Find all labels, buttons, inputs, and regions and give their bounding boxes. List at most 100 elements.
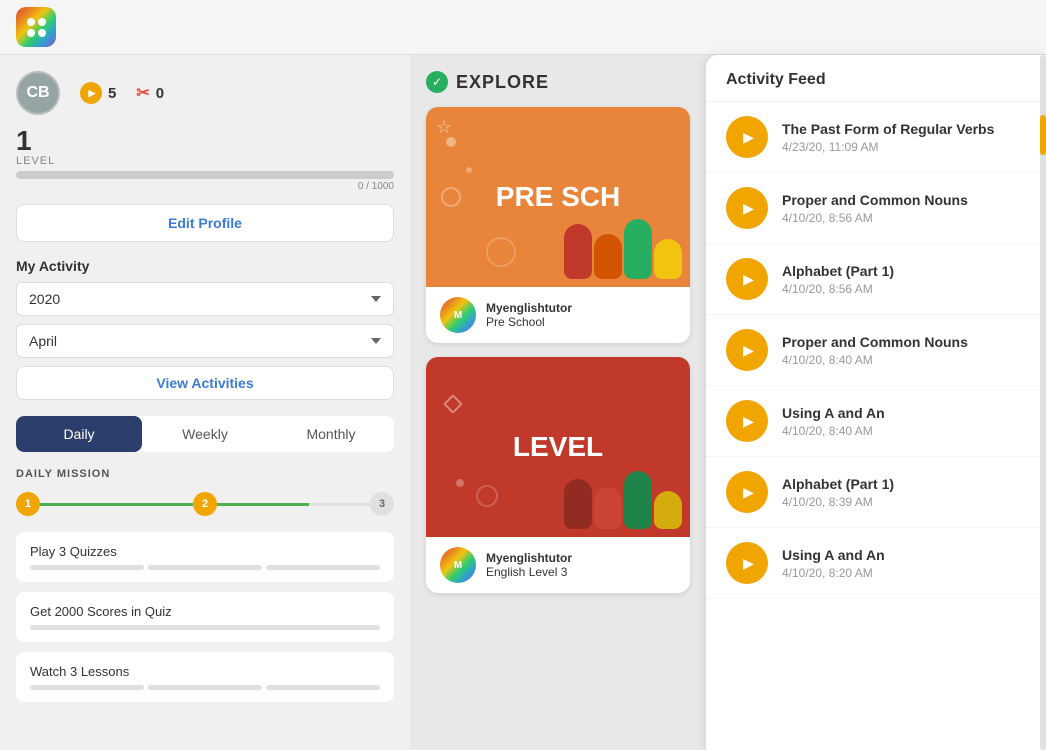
avatar: CB [16,71,60,115]
prog-bar [30,625,380,630]
plays-stat: 5 [80,82,116,104]
prog-bar [30,685,144,690]
mission-title-2: Get 2000 Scores in Quiz [30,604,380,619]
course-card-image-2: LEVEL [426,357,690,537]
left-sidebar: CB 5 ✂ 0 1 LEVEL 0 / 1000 Edit Profile [0,55,410,750]
course-subtitle-1: Pre School [486,315,572,329]
step-line-2 [217,503,370,506]
feed-item-title-1: Proper and Common Nouns [782,192,1026,208]
tab-daily[interactable]: Daily [16,416,142,452]
activity-feed-panel: Activity Feed The Past Form of Regular V… [706,55,1046,750]
prog-bar [148,565,262,570]
feed-item-date-2: 4/10/20, 8:56 AM [782,282,1026,296]
xp-text: 0 / 1000 [16,181,394,192]
feed-play-button-3[interactable] [726,329,768,371]
tutor-name-1: Myenglishtutor [486,301,572,315]
level-label: LEVEL [16,155,394,167]
course-card-preschool[interactable]: ☆ PRE SCH M Myenglishtut [426,107,690,343]
feed-item-info-6: Using A and An 4/10/20, 8:20 AM [782,547,1026,580]
feed-item[interactable]: The Past Form of Regular Verbs 4/23/20, … [706,102,1046,173]
feed-play-button-1[interactable] [726,187,768,229]
play-icon [80,82,102,104]
mission-play-quizzes: Play 3 Quizzes [16,532,394,582]
mission-scores: Get 2000 Scores in Quiz [16,592,394,642]
course-card-title-1: PRE SCH [486,170,630,224]
feed-item-title-2: Alphabet (Part 1) [782,263,1026,279]
feed-item-title-6: Using A and An [782,547,1026,563]
tab-group: Daily Weekly Monthly [16,416,394,452]
figures-2 [556,463,690,537]
main-layout: CB 5 ✂ 0 1 LEVEL 0 / 1000 Edit Profile [0,55,1046,750]
edit-profile-button[interactable]: Edit Profile [16,204,394,242]
feed-items-container: The Past Form of Regular Verbs 4/23/20, … [706,102,1046,599]
feed-item-title-5: Alphabet (Part 1) [782,476,1026,492]
feed-item[interactable]: Alphabet (Part 1) 4/10/20, 8:56 AM [706,244,1046,315]
course-card-footer-2: M Myenglishtutor English Level 3 [426,537,690,593]
tab-monthly[interactable]: Monthly [268,416,394,452]
explore-icon: ✓ [426,71,448,93]
user-header: CB 5 ✂ 0 [16,71,394,115]
course-card-title-2: LEVEL [503,420,613,474]
year-dropdown[interactable]: 2020 2019 [16,282,394,316]
progress-bars-2 [30,625,380,630]
xp-bar-container: 0 / 1000 [16,171,394,192]
step-3: 3 [370,492,394,516]
feed-item[interactable]: Using A and An 4/10/20, 8:40 AM [706,386,1046,457]
daily-mission-label: DAILY MISSION [16,468,394,480]
feed-item-date-0: 4/23/20, 11:09 AM [782,140,1026,154]
progress-bars-1 [30,565,380,570]
course-card-image-1: ☆ PRE SCH [426,107,690,287]
feed-header: Activity Feed [706,55,1046,102]
feed-item-info-1: Proper and Common Nouns 4/10/20, 8:56 AM [782,192,1026,225]
progress-bars-3 [30,685,380,690]
step-1: 1 [16,492,40,516]
feed-item[interactable]: Proper and Common Nouns 4/10/20, 8:56 AM [706,173,1046,244]
course-card-level3[interactable]: LEVEL M Myenglishtutor English Level 3 [426,357,690,593]
level-number: 1 [16,127,394,155]
step-2: 2 [193,492,217,516]
course-card-footer-1: M Myenglishtutor Pre School [426,287,690,343]
feed-play-button-0[interactable] [726,116,768,158]
feed-item-title-4: Using A and An [782,405,1026,421]
tutor-avatar-2: M [440,547,476,583]
course-subtitle-2: English Level 3 [486,565,572,579]
tutor-info-1: Myenglishtutor Pre School [486,301,572,329]
mission-title-1: Play 3 Quizzes [30,544,380,559]
mission-steps: 1 2 3 [16,492,394,516]
feed-item-date-5: 4/10/20, 8:39 AM [782,495,1026,509]
feed-item-info-5: Alphabet (Part 1) 4/10/20, 8:39 AM [782,476,1026,509]
xp-bar-bg [16,171,394,179]
feed-item-date-4: 4/10/20, 8:40 AM [782,424,1026,438]
tutor-avatar-1: M [440,297,476,333]
misses-count: 0 [156,85,164,102]
view-activities-button[interactable]: View Activities [16,366,394,400]
step-line-1 [40,503,193,506]
level-section: 1 LEVEL 0 / 1000 [16,127,394,192]
prog-bar [148,685,262,690]
mission-watch-lessons: Watch 3 Lessons [16,652,394,702]
star-icon: ☆ [436,117,452,138]
feed-play-button-5[interactable] [726,471,768,513]
feed-item-date-6: 4/10/20, 8:20 AM [782,566,1026,580]
tutor-info-2: Myenglishtutor English Level 3 [486,551,572,579]
feed-item-date-3: 4/10/20, 8:40 AM [782,353,1026,367]
feed-item-title-0: The Past Form of Regular Verbs [782,121,1026,137]
feed-item[interactable]: Alphabet (Part 1) 4/10/20, 8:39 AM [706,457,1046,528]
prog-bar [30,565,144,570]
tutor-name-2: Myenglishtutor [486,551,572,565]
feed-item-info-2: Alphabet (Part 1) 4/10/20, 8:56 AM [782,263,1026,296]
tab-weekly[interactable]: Weekly [142,416,268,452]
misses-stat: ✂ 0 [136,83,164,103]
feed-item-info-0: The Past Form of Regular Verbs 4/23/20, … [782,121,1026,154]
feed-item-info-4: Using A and An 4/10/20, 8:40 AM [782,405,1026,438]
feed-play-button-6[interactable] [726,542,768,584]
prog-bar [266,565,380,570]
feed-play-button-2[interactable] [726,258,768,300]
middle-content: ✓ EXPLORE ☆ PRE SCH [410,55,706,750]
feed-item[interactable]: Proper and Common Nouns 4/10/20, 8:40 AM [706,315,1046,386]
feed-play-button-4[interactable] [726,400,768,442]
feed-item[interactable]: Using A and An 4/10/20, 8:20 AM [706,528,1046,599]
month-dropdown[interactable]: April March February [16,324,394,358]
app-logo[interactable] [16,7,56,47]
scroll-indicator [1040,55,1046,750]
